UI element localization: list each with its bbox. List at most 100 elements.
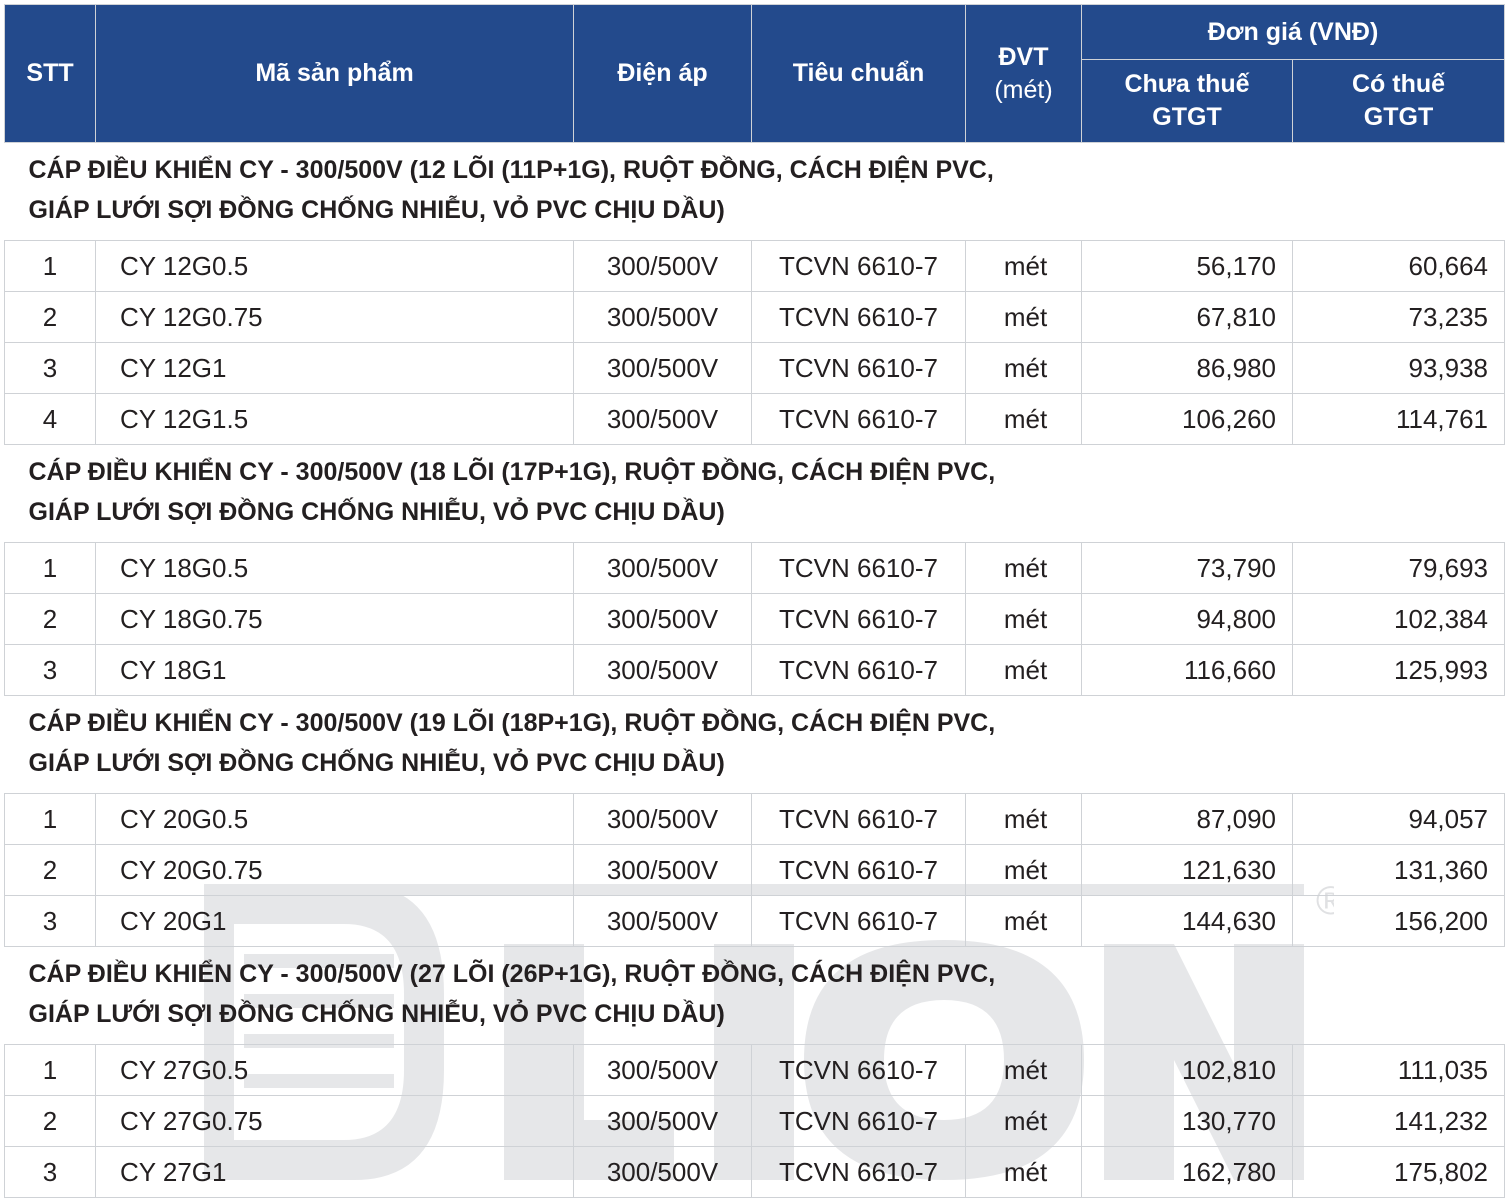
cell-product-code: CY 12G1	[95, 342, 574, 394]
table-row: 4 CY 12G1.5 300/500V TCVN 6610-7 mét 106,260 1…	[4, 393, 1506, 445]
header-stt: STT	[4, 4, 96, 143]
cell-standard: TCVN 6610-7	[751, 542, 966, 594]
cell-unit: mét	[965, 542, 1082, 594]
cell-standard: TCVN 6610-7	[751, 240, 966, 292]
section-heading: CÁP ĐIỀU KHIỂN CY - 300/500V (27 LÕI (26…	[4, 946, 1505, 1045]
cell-stt: 3	[4, 895, 96, 947]
section-title: CÁP ĐIỀU KHIỂN CY - 300/500V (19 LÕI (18…	[4, 695, 1505, 794]
table-body: CÁP ĐIỀU KHIỂN CY - 300/500V (12 LÕI (11…	[4, 142, 1506, 1198]
cell-price-incl-vat: 125,993	[1291, 644, 1506, 696]
price-list-page: ® STT Mã sản phẩm Điện áp Tiêu chuẩn ĐVT…	[4, 4, 1506, 1198]
cell-voltage: 300/500V	[573, 1146, 752, 1198]
cell-price-excl-vat: 56,170	[1081, 240, 1293, 292]
cell-product-code: CY 20G0.75	[95, 844, 574, 896]
header-price-group: Đơn giá (VNĐ)	[1080, 4, 1506, 60]
header-unit-label: ĐVT	[998, 42, 1049, 71]
cell-product-code: CY 27G1	[95, 1146, 574, 1198]
cell-unit: mét	[965, 593, 1082, 645]
table-row: 3 CY 20G1 300/500V TCVN 6610-7 mét 144,630 156…	[4, 895, 1506, 947]
cell-stt: 2	[4, 1095, 96, 1147]
cell-product-code: CY 18G1	[95, 644, 574, 696]
cell-voltage: 300/500V	[573, 291, 752, 343]
cell-standard: TCVN 6610-7	[751, 342, 966, 394]
cell-stt: 1	[4, 542, 96, 594]
cell-product-code: CY 18G0.75	[95, 593, 574, 645]
section-heading: CÁP ĐIỀU KHIỂN CY - 300/500V (18 LÕI (17…	[4, 444, 1505, 543]
cell-unit: mét	[965, 895, 1082, 947]
cell-stt: 2	[4, 291, 96, 343]
cell-price-incl-vat: 102,384	[1291, 593, 1506, 645]
section-title: CÁP ĐIỀU KHIỂN CY - 300/500V (27 LÕI (26…	[4, 946, 1505, 1045]
cell-product-code: CY 20G1	[95, 895, 574, 947]
cell-product-code: CY 27G0.5	[95, 1044, 574, 1096]
section-title-line: GIÁP LƯỚI SỢI ĐỒNG CHỐNG NHIỄU, VỎ PVC C…	[28, 749, 725, 777]
section-heading: CÁP ĐIỀU KHIỂN CY - 300/500V (12 LÕI (11…	[4, 142, 1505, 241]
section-title-line: CÁP ĐIỀU KHIỂN CY - 300/500V (12 LÕI (11…	[28, 156, 994, 184]
table-row: 1 CY 27G0.5 300/500V TCVN 6610-7 mét 102,810 1…	[4, 1044, 1506, 1096]
cell-voltage: 300/500V	[573, 1095, 752, 1147]
cell-price-excl-vat: 144,630	[1081, 895, 1293, 947]
section-title-line: CÁP ĐIỀU KHIỂN CY - 300/500V (27 LÕI (26…	[28, 960, 996, 988]
cell-voltage: 300/500V	[573, 793, 752, 845]
cell-price-incl-vat: 175,802	[1291, 1146, 1506, 1198]
section-heading: CÁP ĐIỀU KHIỂN CY - 300/500V (19 LÕI (18…	[4, 695, 1505, 794]
cell-stt: 3	[4, 1146, 96, 1198]
header-unit: ĐVT (mét)	[965, 4, 1082, 143]
cell-product-code: CY 12G0.5	[95, 240, 574, 292]
cell-voltage: 300/500V	[573, 593, 752, 645]
cell-product-code: CY 20G0.5	[95, 793, 574, 845]
cell-price-incl-vat: 111,035	[1291, 1044, 1506, 1096]
table-row: 2 CY 12G0.75 300/500V TCVN 6610-7 mét 67,810 7…	[4, 291, 1506, 343]
table-header: STT Mã sản phẩm Điện áp Tiêu chuẩn ĐVT (…	[4, 4, 1506, 143]
cell-standard: TCVN 6610-7	[751, 593, 966, 645]
header-product-code: Mã sản phẩm	[95, 4, 574, 143]
cell-stt: 3	[4, 644, 96, 696]
cell-voltage: 300/500V	[573, 240, 752, 292]
cell-voltage: 300/500V	[573, 1044, 752, 1096]
cell-price-excl-vat: 94,800	[1081, 593, 1293, 645]
cell-unit: mét	[965, 644, 1082, 696]
header-standard: Tiêu chuẩn	[751, 4, 966, 143]
cell-stt: 1	[4, 793, 96, 845]
cell-product-code: CY 18G0.5	[95, 542, 574, 594]
cell-voltage: 300/500V	[573, 342, 752, 394]
table-row: 2 CY 18G0.75 300/500V TCVN 6610-7 mét 94,800 1…	[4, 593, 1506, 645]
cell-price-excl-vat: 130,770	[1081, 1095, 1293, 1147]
cell-price-excl-vat: 121,630	[1081, 844, 1293, 896]
cell-standard: TCVN 6610-7	[751, 1044, 966, 1096]
header-price-incl-line2: GTGT	[1363, 103, 1434, 131]
cell-stt: 3	[4, 342, 96, 394]
section-title-line: GIÁP LƯỚI SỢI ĐỒNG CHỐNG NHIỄU, VỎ PVC C…	[28, 1000, 725, 1028]
cell-voltage: 300/500V	[573, 393, 752, 445]
cell-price-excl-vat: 73,790	[1081, 542, 1293, 594]
cell-price-incl-vat: 94,057	[1291, 793, 1506, 845]
header-price-excl-line1: Chưa thuế	[1124, 70, 1250, 98]
cell-product-code: CY 12G0.75	[95, 291, 574, 343]
section-title: CÁP ĐIỀU KHIỂN CY - 300/500V (18 LÕI (17…	[4, 444, 1505, 543]
cell-price-excl-vat: 162,780	[1081, 1146, 1293, 1198]
cell-stt: 4	[4, 393, 96, 445]
table-row: 3 CY 27G1 300/500V TCVN 6610-7 mét 162,780 175…	[4, 1146, 1506, 1198]
table-row: 2 CY 27G0.75 300/500V TCVN 6610-7 mét 130,770…	[4, 1095, 1506, 1147]
cell-unit: mét	[965, 342, 1082, 394]
cell-standard: TCVN 6610-7	[751, 844, 966, 896]
cell-standard: TCVN 6610-7	[751, 895, 966, 947]
cell-unit: mét	[965, 291, 1082, 343]
section-title-line: GIÁP LƯỚI SỢI ĐỒNG CHỐNG NHIỄU, VỎ PVC C…	[28, 196, 725, 224]
table-row: 3 CY 12G1 300/500V TCVN 6610-7 mét 86,980 93,9…	[4, 342, 1506, 394]
cell-unit: mét	[965, 1146, 1082, 1198]
table-row: 2 CY 20G0.75 300/500V TCVN 6610-7 mét 121,630…	[4, 844, 1506, 896]
cell-stt: 1	[4, 1044, 96, 1096]
section-title-line: GIÁP LƯỚI SỢI ĐỒNG CHỐNG NHIỄU, VỎ PVC C…	[28, 498, 725, 526]
cell-price-incl-vat: 79,693	[1291, 542, 1506, 594]
cell-price-excl-vat: 116,660	[1081, 644, 1293, 696]
cell-standard: TCVN 6610-7	[751, 1146, 966, 1198]
cell-unit: mét	[965, 844, 1082, 896]
cell-unit: mét	[965, 793, 1082, 845]
cell-standard: TCVN 6610-7	[751, 793, 966, 845]
cell-voltage: 300/500V	[573, 844, 752, 896]
cell-stt: 2	[4, 844, 96, 896]
section-title: CÁP ĐIỀU KHIỂN CY - 300/500V (12 LÕI (11…	[4, 142, 1505, 241]
header-price-excl-line2: GTGT	[1152, 103, 1222, 131]
cell-price-excl-vat: 106,260	[1081, 393, 1293, 445]
